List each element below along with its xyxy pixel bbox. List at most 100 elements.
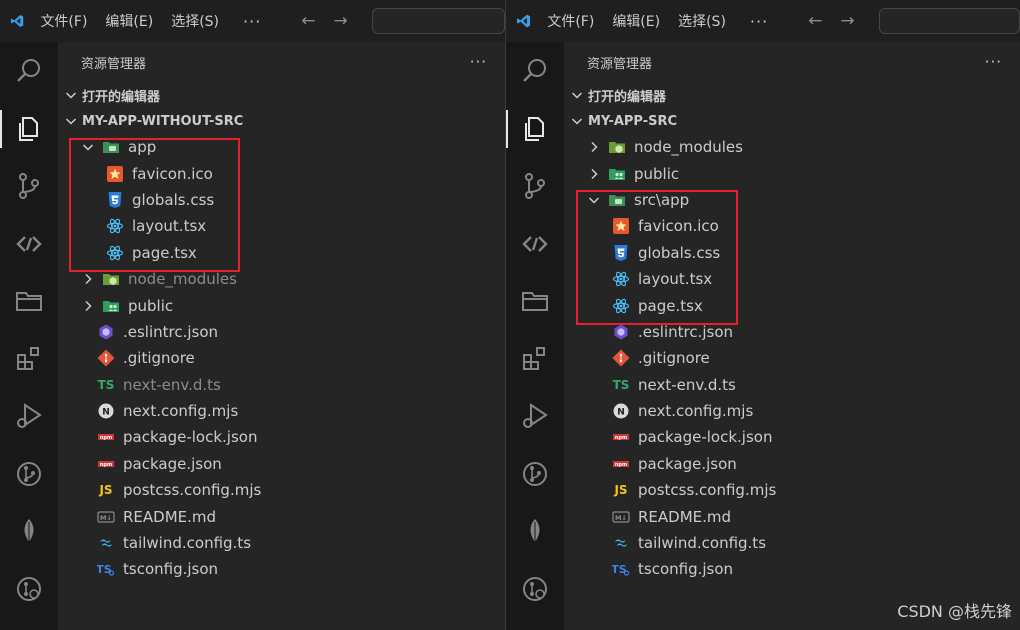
tree-file[interactable]: .eslintrc.json [58,319,505,345]
tree-item-label: favicon.ico [132,164,213,183]
left-window: 文件(F) 编辑(E) 选择(S) ··· ← → 资源管理器 ··· 打开的编… [0,0,505,630]
git-graph-icon[interactable] [0,451,58,497]
tree-file[interactable]: .gitignore [58,345,505,371]
tsconfig-icon: TS [97,560,115,578]
project-section[interactable]: MY-APP-WITHOUT-SRC [58,108,505,134]
favicon-star-icon [106,165,124,183]
tree-item-label: globals.css [132,190,215,209]
back-arrow-icon[interactable]: ← [808,11,822,31]
source-control-icon[interactable] [506,163,564,209]
remote-explorer-icon[interactable] [506,221,564,267]
css3-icon [106,191,124,209]
tree-file[interactable]: npm package-lock.json [564,424,1020,450]
tree-item-label: tsconfig.json [123,560,219,579]
tree-folder[interactable]: public [564,160,1020,186]
tree-file[interactable]: npm package-lock.json [58,424,505,450]
run-debug-icon[interactable] [0,393,58,439]
tree-file[interactable]: npm package.json [564,451,1020,477]
js-icon: JS [614,483,628,498]
tree-item-label: layout.tsx [638,270,713,289]
command-center-search[interactable] [878,8,1020,34]
tree-file[interactable]: npm package.json [58,451,505,477]
tree-file[interactable]: favicon.ico [564,213,1020,239]
tree-file[interactable]: TS next-env.d.ts [58,372,505,398]
tree-item-label: next-env.d.ts [638,375,736,394]
project-section[interactable]: MY-APP-SRC [564,108,1020,134]
menu-edit[interactable]: 编辑(E) [105,11,153,31]
git-icon [97,349,115,367]
tree-file[interactable]: Nnext.config.mjs [564,398,1020,424]
tree-file[interactable]: TS tsconfig.json [564,556,1020,582]
forward-arrow-icon[interactable]: → [334,11,348,31]
tree-folder[interactable]: src\app [564,187,1020,213]
folder-icon[interactable] [506,278,564,324]
tree-file[interactable]: Nnext.config.mjs [58,398,505,424]
tree-item-label: tsconfig.json [638,560,734,579]
search-icon[interactable] [0,48,58,94]
tree-file[interactable]: JS postcss.config.mjs [564,477,1020,503]
run-debug-icon[interactable] [506,393,564,439]
open-editors-section[interactable]: 打开的编辑器 [564,82,1020,108]
tree-folder[interactable]: node_modules [58,266,505,292]
tree-item-label: .eslintrc.json [123,322,219,341]
git-graph-icon[interactable] [506,451,564,497]
tree-file[interactable]: page.tsx [564,292,1020,318]
markdown-icon: M↓ [612,508,630,526]
project-name: MY-APP-WITHOUT-SRC [82,113,244,129]
tree-file[interactable]: TS tsconfig.json [58,556,505,582]
tree-file[interactable]: tailwind.config.ts [564,530,1020,556]
tree-file[interactable]: favicon.ico [58,160,505,186]
explorer-files-icon[interactable] [506,106,564,152]
tree-file[interactable]: .eslintrc.json [564,319,1020,345]
more-actions-icon[interactable]: ··· [470,53,487,71]
tree-file[interactable]: TS next-env.d.ts [564,372,1020,398]
git-lens-icon[interactable] [506,566,564,612]
chevron-right-icon [591,168,598,179]
extensions-icon[interactable] [506,336,564,382]
search-icon[interactable] [506,48,564,94]
tree-folder[interactable]: public [58,292,505,318]
more-actions-icon[interactable]: ··· [985,53,1002,71]
git-lens-icon[interactable] [0,566,58,612]
tree-folder[interactable]: app [58,134,505,160]
tree-file[interactable]: JS postcss.config.mjs [58,477,505,503]
menu-file[interactable]: 文件(F) [40,11,87,31]
back-arrow-icon[interactable]: ← [301,11,315,31]
menu-edit[interactable]: 编辑(E) [612,11,660,31]
explorer-files-icon[interactable] [0,106,58,152]
chevron-down-icon [65,118,77,125]
tree-folder[interactable]: node_modules [564,134,1020,160]
chevron-down-icon [82,144,94,151]
tree-file[interactable]: .gitignore [564,345,1020,371]
react-icon [612,297,630,315]
svg-text:M↓: M↓ [100,514,112,522]
chevron-right-icon [591,142,598,153]
menu-overflow-icon[interactable]: ··· [750,12,768,31]
tree-file[interactable]: M↓ README.md [58,503,505,529]
remote-explorer-icon[interactable] [0,221,58,267]
tree-item-label: src\app [634,190,690,209]
tree-file[interactable]: layout.tsx [58,213,505,239]
menu-selection[interactable]: 选择(S) [678,11,726,31]
tree-file[interactable]: layout.tsx [564,266,1020,292]
tree-item-label: README.md [638,507,732,526]
menu-overflow-icon[interactable]: ··· [243,12,261,31]
explorer-sidebar: 资源管理器 ··· 打开的编辑器 MY-APP-SRC node_modules… [564,42,1020,630]
command-center-search[interactable] [371,8,505,34]
chevron-down-icon [588,197,600,204]
mongodb-leaf-icon[interactable] [0,508,58,554]
open-editors-section[interactable]: 打开的编辑器 [58,82,505,108]
tree-file[interactable]: M↓ README.md [564,503,1020,529]
menu-selection[interactable]: 选择(S) [171,11,219,31]
tree-file[interactable]: globals.css [58,187,505,213]
explorer-header: 资源管理器 ··· [58,42,505,82]
folder-icon[interactable] [0,278,58,324]
tree-file[interactable]: tailwind.config.ts [58,530,505,556]
mongodb-leaf-icon[interactable] [506,508,564,554]
tree-file[interactable]: globals.css [564,240,1020,266]
menu-file[interactable]: 文件(F) [547,11,594,31]
source-control-icon[interactable] [0,163,58,209]
tree-file[interactable]: page.tsx [58,240,505,266]
extensions-icon[interactable] [0,336,58,382]
forward-arrow-icon[interactable]: → [840,11,854,31]
